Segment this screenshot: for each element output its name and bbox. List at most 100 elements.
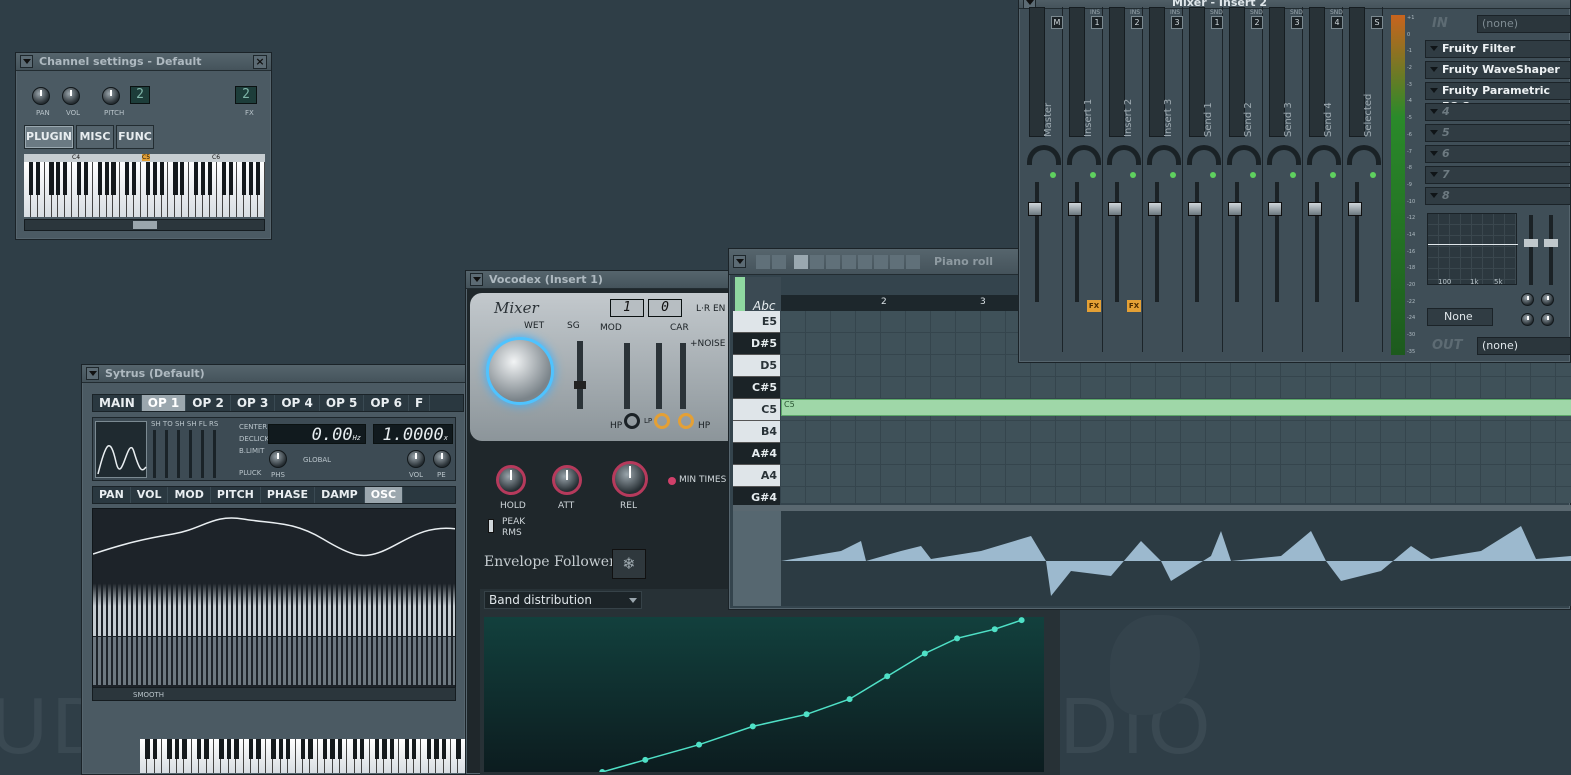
enable-led[interactable] <box>1130 172 1136 178</box>
eq-fader-2[interactable] <box>1544 215 1558 285</box>
band-point[interactable] <box>991 626 998 633</box>
black-key[interactable] <box>145 739 150 760</box>
fader-cap[interactable] <box>1268 202 1282 216</box>
display-2[interactable]: 0 <box>648 299 682 317</box>
fx-track-display[interactable]: 2 <box>235 86 257 104</box>
black-key[interactable] <box>330 739 335 760</box>
effect-slot-7[interactable]: 7 <box>1425 166 1571 184</box>
sytrus-keyboard[interactable] <box>140 739 466 773</box>
lp-knob[interactable] <box>654 413 670 429</box>
sytrus-tab-op1[interactable]: OP 1 <box>141 395 187 411</box>
enable-led[interactable] <box>1250 172 1256 178</box>
min-times-led[interactable] <box>668 477 676 485</box>
mixer-strip-send-2[interactable]: SND 2 Send 2 <box>1225 7 1263 352</box>
volume-fader[interactable] <box>1155 182 1159 302</box>
black-key[interactable] <box>145 162 150 195</box>
mixer-strip-send-3[interactable]: SND 3 Send 3 <box>1265 7 1303 352</box>
black-key[interactable] <box>278 739 283 760</box>
strip-number[interactable]: 1 <box>1211 16 1223 29</box>
mixer-strip-master[interactable]: M Master <box>1025 7 1063 352</box>
slice-icon[interactable] <box>858 254 872 269</box>
pan-knob[interactable] <box>1147 145 1181 165</box>
sytrus-subtab-vol[interactable]: VOL <box>131 487 169 503</box>
strip-number[interactable]: 2 <box>1251 16 1263 29</box>
pencil-icon[interactable] <box>794 254 808 269</box>
black-key[interactable] <box>300 739 306 760</box>
sytrus-tab-op3[interactable]: OP 3 <box>231 395 276 411</box>
car-fader-1[interactable] <box>656 343 662 409</box>
black-key[interactable] <box>194 162 199 195</box>
enable-led[interactable] <box>1170 172 1176 178</box>
strip-number[interactable]: S <box>1371 16 1383 29</box>
opt-center[interactable]: CENTER <box>239 423 267 431</box>
black-key[interactable] <box>256 162 261 195</box>
phase-knob[interactable] <box>269 450 287 468</box>
tab-misc[interactable]: MISC <box>76 125 114 149</box>
black-key[interactable] <box>56 162 61 195</box>
black-key[interactable] <box>441 739 446 760</box>
black-key[interactable] <box>167 739 172 760</box>
effect-slot-8[interactable]: 8 <box>1425 187 1571 205</box>
volume-fader[interactable] <box>1035 182 1039 302</box>
pan-knob[interactable] <box>1067 145 1101 165</box>
pitch-knob[interactable] <box>102 87 120 105</box>
black-key[interactable] <box>226 739 232 760</box>
mixer-strip-insert-2[interactable]: INS 2 Insert 2 FX <box>1105 7 1143 352</box>
vol-knob[interactable] <box>62 87 80 105</box>
fader-cap[interactable] <box>1228 202 1242 216</box>
black-key[interactable] <box>207 162 212 195</box>
piano-key-d5[interactable]: D5 <box>733 355 780 377</box>
piano-key-a4[interactable]: A4 <box>733 465 780 487</box>
band-point[interactable] <box>642 756 649 763</box>
black-key[interactable] <box>173 162 178 195</box>
black-key[interactable] <box>49 162 54 195</box>
black-key[interactable] <box>152 162 157 195</box>
opt-declick[interactable]: DECLICK <box>239 435 269 443</box>
black-key[interactable] <box>249 162 254 195</box>
volume-fader[interactable] <box>1115 182 1119 302</box>
sytrus-tab-main[interactable]: MAIN <box>93 395 142 411</box>
black-key[interactable] <box>204 739 209 760</box>
keyboard-scrollbar[interactable] <box>24 219 265 231</box>
black-key[interactable] <box>219 739 224 760</box>
black-key[interactable] <box>83 162 89 195</box>
black-key[interactable] <box>382 739 387 760</box>
black-key[interactable] <box>159 162 164 195</box>
pan-knob[interactable] <box>32 87 50 105</box>
black-key[interactable] <box>234 739 239 760</box>
sytrus-subtab-osc[interactable]: OSC <box>364 487 404 503</box>
enable-led[interactable] <box>1050 172 1056 178</box>
eq-knob-2[interactable] <box>1541 293 1554 306</box>
scroll-thumb[interactable] <box>133 221 157 229</box>
effect-slot-1[interactable]: Fruity Filter <box>1425 40 1571 58</box>
pan-knob[interactable] <box>1307 145 1341 165</box>
mixer-strip-insert-3[interactable]: INS 3 Insert 3 <box>1145 7 1183 352</box>
black-key[interactable] <box>426 739 432 760</box>
mixer-strip-selected[interactable]: S Selected <box>1345 7 1383 352</box>
black-key[interactable] <box>352 739 358 760</box>
pan-knob[interactable] <box>1267 145 1301 165</box>
fader-cap[interactable] <box>1348 202 1362 216</box>
black-key[interactable] <box>132 162 137 195</box>
sytrus-subtab-damp[interactable]: DAMP <box>315 487 365 503</box>
env-sliders[interactable] <box>153 430 223 478</box>
window-menu-icon[interactable] <box>86 367 99 380</box>
sytrus-tab-op2[interactable]: OP 2 <box>186 395 231 411</box>
black-key[interactable] <box>411 739 417 760</box>
display-1[interactable]: 1 <box>610 299 644 317</box>
mod-fader[interactable] <box>624 343 630 409</box>
black-key[interactable] <box>389 739 395 760</box>
peak-rms-switch[interactable] <box>488 519 494 533</box>
black-key[interactable] <box>197 739 202 760</box>
strip-number[interactable]: 4 <box>1331 16 1343 29</box>
sytrus-tab-op6[interactable]: OP 6 <box>364 395 409 411</box>
mixer-strip-send-1[interactable]: SND 1 Send 1 <box>1185 7 1223 352</box>
piano-key-c5[interactable]: C5 <box>733 399 780 421</box>
black-key[interactable] <box>456 739 461 760</box>
enable-led[interactable] <box>1210 172 1216 178</box>
freeze-button[interactable]: ❄ <box>612 549 646 579</box>
channel-keyboard[interactable] <box>24 162 265 217</box>
black-key[interactable] <box>256 739 261 760</box>
hold-knob[interactable] <box>496 465 526 495</box>
osc-graph[interactable] <box>92 508 456 688</box>
